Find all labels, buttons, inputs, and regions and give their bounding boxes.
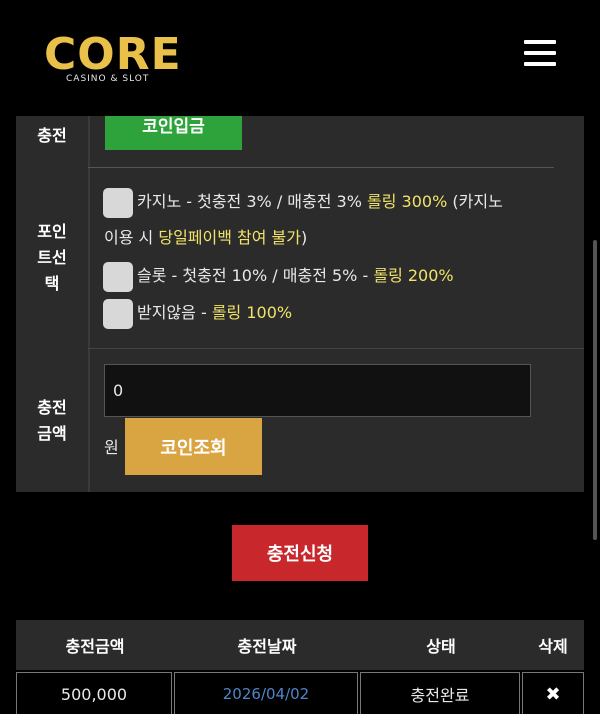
table-row: 500,000 2026/04/02 충전완료 ✖ xyxy=(16,672,584,714)
header-date: 충전날짜 xyxy=(237,637,297,656)
row-status: 충전완료 xyxy=(360,672,520,714)
top-header: CORE CASINO & SLOT xyxy=(0,0,600,116)
page-scrollbar[interactable] xyxy=(593,240,597,540)
logo-wordmark: CORE xyxy=(44,29,182,80)
deposit-form: 충전 코인입금 포인 트선 택 카지노 - 첫충전 3% / 매충전 3% 롤링… xyxy=(16,100,584,492)
row-date: 2026/04/02 xyxy=(174,672,358,714)
no-bonus-option-checkbox[interactable] xyxy=(103,299,133,329)
submit-deposit-button[interactable]: 충전신청 xyxy=(232,525,368,581)
core-logo[interactable]: CORE CASINO & SLOT xyxy=(44,30,184,86)
casino-option-checkbox[interactable] xyxy=(103,188,133,218)
coin-check-button[interactable]: 코인조회 xyxy=(125,418,262,475)
no-bonus-option-text: 받지않음 - 롤링 100% xyxy=(137,303,293,322)
delete-icon[interactable]: ✖ xyxy=(522,672,584,714)
casino-option-note: 이용 시 당일페이백 참여 불가) xyxy=(104,228,308,247)
coin-deposit-button[interactable]: 코인입금 xyxy=(105,110,242,150)
casino-option-text: 카지노 - 첫충전 3% / 매충전 3% 롤링 300% (카지노 xyxy=(137,192,503,211)
currency-unit: 원 xyxy=(104,438,119,457)
point-select-label: 포인 트선 택 xyxy=(16,168,88,348)
header-delete: 삭제 xyxy=(538,637,568,656)
header-status: 상태 xyxy=(426,637,456,656)
point-select-row: 포인 트선 택 카지노 - 첫충전 3% / 매충전 3% 롤링 300% (카… xyxy=(16,168,584,348)
slot-option-text: 슬롯 - 첫충전 10% / 매충전 5% - 롤링 200% xyxy=(137,266,454,285)
table-header: 충전금액 충전날짜 상태 삭제 xyxy=(16,620,584,670)
amount-label: 충전 금액 xyxy=(16,349,88,492)
logo-subtitle: CASINO & SLOT xyxy=(66,74,150,84)
row-amount: 500,000 xyxy=(16,672,172,714)
amount-input[interactable]: 0 xyxy=(104,364,531,417)
hamburger-menu-icon[interactable] xyxy=(524,40,556,68)
header-amount: 충전금액 xyxy=(65,637,125,656)
slot-option-checkbox[interactable] xyxy=(103,262,133,292)
